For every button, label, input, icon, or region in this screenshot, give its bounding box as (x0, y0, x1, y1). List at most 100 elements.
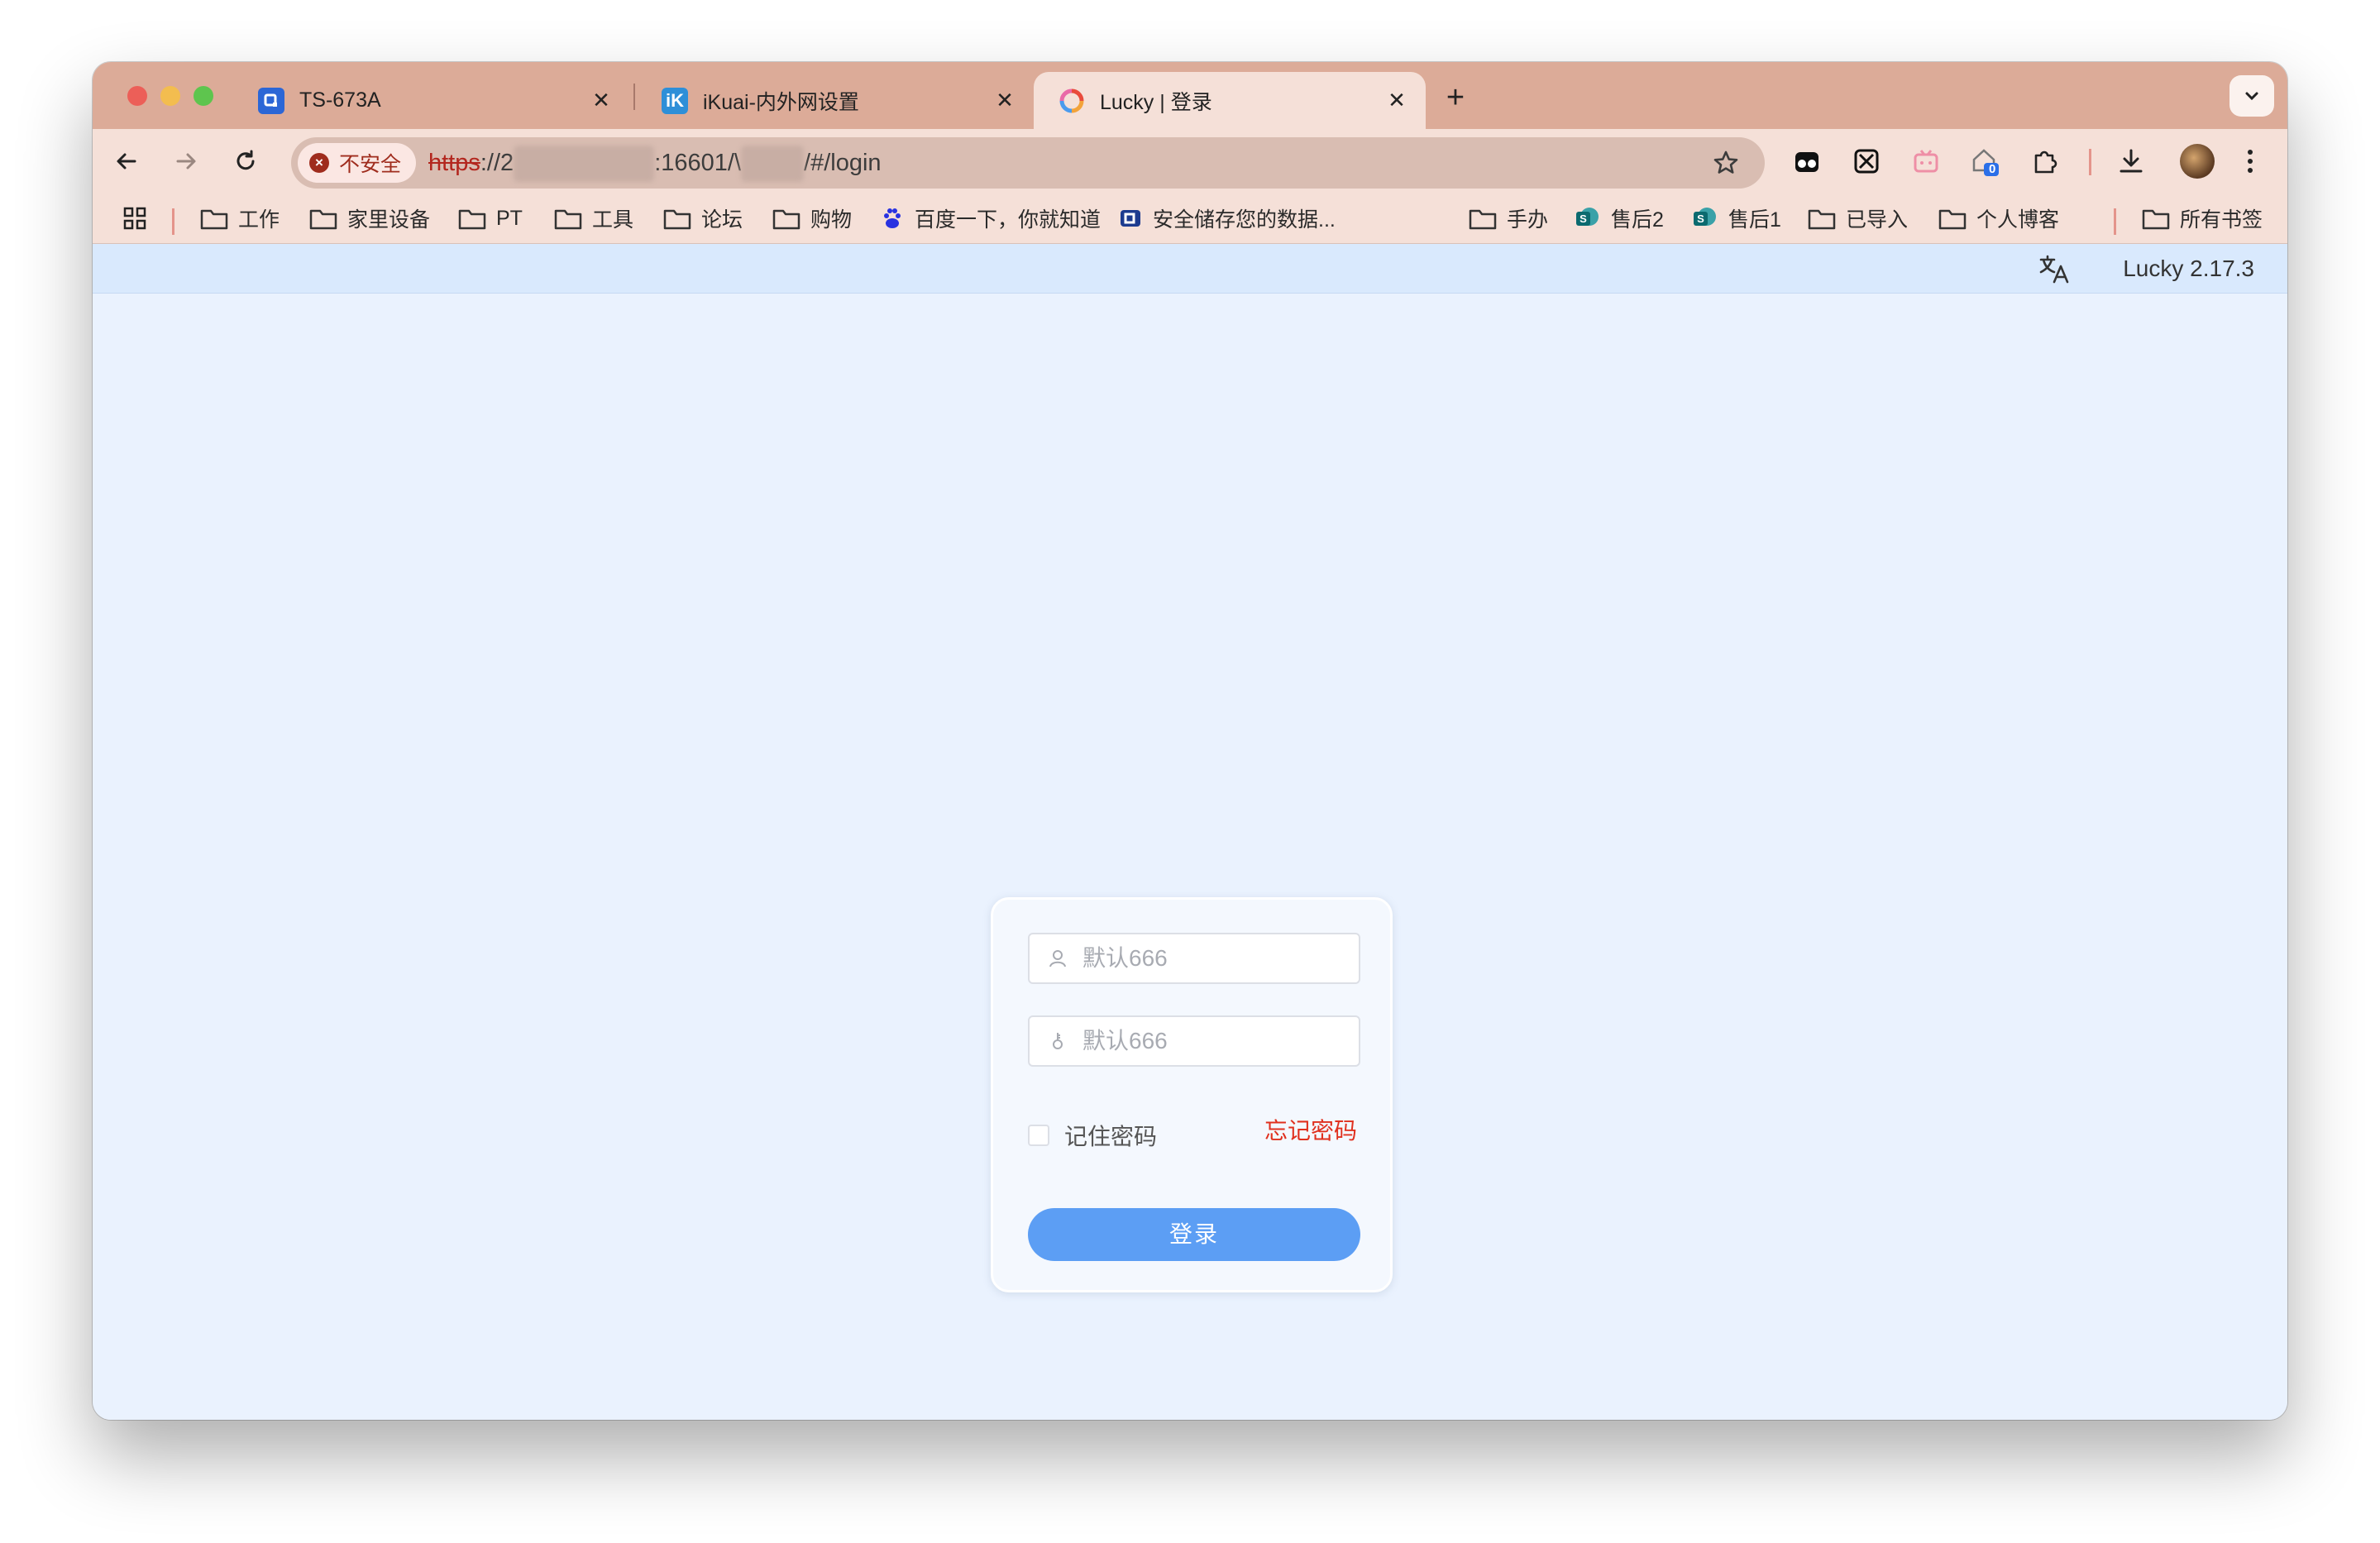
remember-label: 记住密码 (1064, 1124, 1158, 1149)
bookmarks-separator (2114, 208, 2116, 235)
svg-text:S: S (1697, 213, 1704, 225)
forgot-password-link[interactable]: 忘记密码 (1264, 1119, 1357, 1144)
bookmark-folder-home-devices[interactable]: 家里设备 (309, 203, 430, 233)
language-switch-button[interactable] (2038, 252, 2071, 289)
maximize-window-button[interactable] (194, 86, 213, 106)
extension-button-2[interactable] (1846, 141, 1887, 182)
app-version: Lucky 2.17.3 (2123, 256, 2254, 281)
folder-icon (1938, 209, 1967, 230)
folder-icon (458, 209, 486, 230)
redacted-path (741, 146, 805, 183)
bookmark-label: 个人博客 (1976, 208, 2060, 232)
tab-title: Lucky | 登录 (1100, 90, 1212, 114)
bookmark-label: 工具 (592, 208, 634, 232)
bookmark-folder-shopping[interactable]: 购物 (772, 203, 852, 233)
tab-close-icon[interactable]: ✕ (589, 88, 614, 113)
bookmark-folder-imported[interactable]: 已导入 (1808, 203, 1908, 233)
address-bar[interactable]: × 不安全 https://2:16601/\ /#/login (291, 137, 1765, 189)
remember-password[interactable]: 记住密码 (1028, 1119, 1157, 1152)
extension-button-3[interactable] (1905, 141, 1947, 182)
bookmark-label: 工作 (238, 208, 280, 232)
redacted-host (514, 146, 655, 183)
bookmark-label: 所有书签 (2180, 208, 2263, 232)
forward-button[interactable] (165, 141, 207, 182)
bookmark-folder-forums[interactable]: 论坛 (663, 203, 743, 233)
login-card: 记住密码 忘记密码 登录 (991, 897, 1393, 1292)
security-label: 不安全 (339, 153, 402, 176)
bookmark-folder-all[interactable]: 所有书签 (2142, 203, 2263, 233)
downloads-button[interactable] (2110, 141, 2152, 182)
username-input[interactable] (1081, 944, 1332, 972)
bookmark-folder-tools[interactable]: 工具 (554, 203, 633, 233)
bookmark-folder-work[interactable]: 工作 (200, 203, 280, 233)
apps-icon (123, 207, 146, 230)
tab-ts673a[interactable]: TS-673A ✕ (233, 72, 630, 129)
bookmark-label: 百度一下，你就知道 (915, 208, 1102, 232)
password-input[interactable] (1081, 1027, 1332, 1055)
bookmark-star-button[interactable] (1712, 149, 1740, 181)
bookmark-label: 手办 (1507, 208, 1549, 232)
sharepoint-icon: S (1694, 208, 1716, 226)
user-icon (1046, 948, 1069, 968)
close-window-button[interactable] (127, 86, 147, 106)
tab-strip: TS-673A ✕ iK iKuai-内外网设置 ✕ Lucky | 登录 ✕ … (93, 62, 2287, 129)
bookmark-label: PT (496, 206, 523, 230)
new-tab-button[interactable]: + (1436, 79, 1475, 118)
tab-ikuai[interactable]: iK iKuai-内外网设置 ✕ (637, 72, 1034, 129)
bookmark-folder-pt[interactable]: PT (458, 203, 523, 233)
not-secure-icon: × (309, 153, 329, 173)
profile-avatar[interactable] (2180, 144, 2215, 179)
minimize-window-button[interactable] (160, 86, 180, 106)
bookmark-baidu[interactable]: 百度一下，你就知道 (880, 203, 1101, 233)
screenshot-extension-icon (1854, 149, 1879, 174)
page-content: 记住密码 忘记密码 登录 (93, 294, 2287, 1420)
tab-search-button[interactable] (2229, 75, 2274, 117)
url-host-start: ://2 (480, 150, 514, 176)
key-icon (1046, 1031, 1069, 1051)
svg-text:S: S (1579, 213, 1587, 225)
remember-checkbox[interactable] (1028, 1125, 1049, 1146)
bookmark-label: 已导入 (1846, 208, 1909, 232)
bookmark-label: 安全储存您的数据... (1153, 208, 1336, 232)
tab-title: iKuai-内外网设置 (703, 90, 859, 114)
ikuai-favicon-icon: iK (662, 87, 688, 114)
folder-icon (663, 209, 691, 230)
forward-icon (176, 153, 196, 170)
bilibili-extension-icon (1914, 150, 1938, 173)
more-icon (2248, 150, 2253, 173)
bookmark-after-sales-2[interactable]: S 售后2 (1575, 203, 1664, 233)
extension-button-4[interactable]: 0 (1965, 141, 2006, 182)
folder-icon (2142, 209, 2170, 230)
app-header: Lucky 2.17.3 (93, 244, 2287, 294)
extensions-menu-button[interactable] (2024, 141, 2066, 182)
extension-button-1[interactable] (1786, 141, 1828, 182)
password-field[interactable] (1028, 1015, 1360, 1067)
bookmark-after-sales-1[interactable]: S 售后1 (1692, 203, 1781, 233)
bookmark-qnap-storage[interactable]: 安全储存您的数据... (1118, 203, 1336, 233)
folder-icon (554, 209, 582, 230)
bookmark-label: 论坛 (701, 208, 743, 232)
bookmark-folder-blog[interactable]: 个人博客 (1938, 203, 2059, 233)
tab-separator (633, 84, 635, 110)
login-button[interactable]: 登录 (1028, 1208, 1360, 1261)
security-chip[interactable]: × 不安全 (298, 143, 417, 183)
back-button[interactable] (106, 141, 147, 182)
browser-toolbar: × 不安全 https://2:16601/\ /#/login 0 (93, 129, 2287, 193)
tab-lucky-login[interactable]: Lucky | 登录 ✕ (1034, 72, 1426, 129)
lucky-favicon-icon (1059, 88, 1085, 114)
tab-close-icon[interactable]: ✕ (992, 88, 1017, 113)
home-extension-icon (1972, 149, 1999, 176)
folder-icon (309, 209, 337, 230)
browser-window: TS-673A ✕ iK iKuai-内外网设置 ✕ Lucky | 登录 ✕ … (93, 62, 2287, 1420)
reload-button[interactable] (225, 141, 266, 182)
browser-menu-button[interactable] (2229, 141, 2271, 182)
folder-icon (1808, 209, 1836, 230)
bookmark-folder-figures[interactable]: 手办 (1469, 203, 1548, 233)
tab-title: TS-673A (299, 88, 381, 112)
puzzle-icon (2034, 150, 2057, 174)
cat-extension-icon (1795, 152, 1818, 172)
apps-button[interactable] (122, 203, 157, 233)
username-field[interactable] (1028, 933, 1360, 984)
url-text[interactable]: https://2:16601/\ /#/login (428, 137, 882, 189)
tab-close-icon[interactable]: ✕ (1384, 88, 1409, 113)
